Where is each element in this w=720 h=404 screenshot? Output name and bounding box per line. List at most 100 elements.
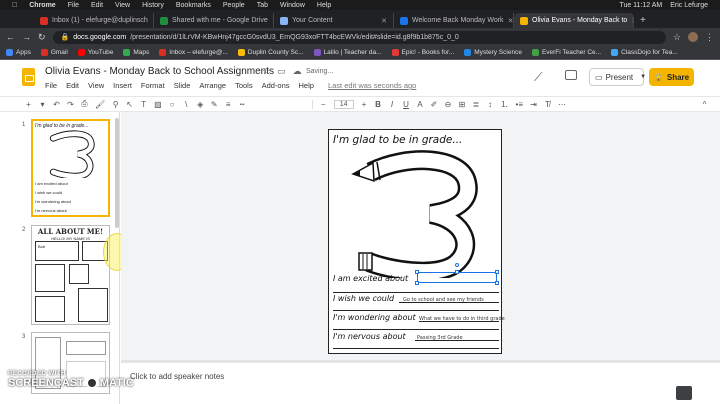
bookmark-duplin[interactable]: Duplin County Sc... [237, 49, 304, 56]
tab-your-content[interactable]: Your Content ✕ [274, 13, 394, 28]
chevron-down-icon[interactable]: ▾ [39, 100, 46, 109]
paint-format-icon[interactable]: 🖌 [95, 100, 105, 109]
clear-format-icon[interactable]: T̸ [544, 100, 551, 109]
text-box-icon[interactable]: T [140, 100, 147, 109]
menu-arrange[interactable]: Arrange [199, 81, 226, 90]
bookmark-epic[interactable]: Epic! - Books for... [391, 49, 454, 56]
more-icon[interactable]: ⋯ [558, 100, 566, 109]
numbered-list-icon[interactable]: ⒈ [501, 99, 509, 110]
slides-logo-icon[interactable] [22, 68, 35, 86]
profile-avatar[interactable] [688, 32, 698, 42]
tab-welcome-back[interactable]: Welcome Back Monday Work ✕ [394, 13, 514, 28]
menu-help[interactable]: Help [299, 81, 314, 90]
close-icon[interactable]: ✕ [381, 17, 387, 25]
current-slide[interactable]: I'm glad to be in grade... I am excited … [328, 129, 505, 354]
decrease-font-icon[interactable]: − [320, 100, 327, 109]
font-size-input[interactable]: 14 [333, 99, 354, 109]
menu-view[interactable]: View [115, 2, 130, 9]
speaker-notes-panel[interactable] [121, 363, 720, 404]
present-button[interactable]: ▭ Present ▼ [589, 68, 646, 86]
comment-icon[interactable] [565, 70, 577, 80]
chevron-up-icon[interactable]: ^ [701, 100, 708, 109]
resize-handle[interactable] [455, 270, 459, 274]
reload-icon[interactable]: ↻ [38, 32, 46, 43]
filmstrip-scrollbar[interactable] [115, 118, 119, 228]
align-icon[interactable]: ≣ [473, 100, 480, 109]
apple-icon[interactable]:  [12, 2, 17, 9]
bookmark-everfi[interactable]: EverFi Teacher Ce... [531, 49, 601, 56]
bold-icon[interactable]: B [375, 100, 382, 109]
menu-addons[interactable]: Add-ons [262, 81, 290, 90]
border-dash-icon[interactable]: ┅ [239, 100, 246, 109]
tab-gmail[interactable]: Inbox (1) - elefurge@duplinsch✕ [34, 13, 154, 28]
menu-edit[interactable]: Edit [91, 2, 103, 9]
menu-file[interactable]: File [45, 81, 57, 90]
menu-tab[interactable]: Tab [257, 2, 268, 9]
activity-trend-icon[interactable]: ⟋ [534, 70, 542, 85]
slide-thumbnail-1[interactable]: I'm glad to be in grade... I am excited … [31, 119, 110, 217]
new-slide-icon[interactable]: + [25, 100, 32, 109]
menu-people[interactable]: People [223, 2, 245, 9]
menu-help[interactable]: Help [317, 2, 331, 9]
explore-icon[interactable] [676, 386, 692, 400]
menu-view[interactable]: View [88, 81, 104, 90]
bookmark-apps[interactable]: Apps [6, 49, 31, 56]
fill-color-icon[interactable]: ◈ [197, 100, 204, 109]
highlight-icon[interactable]: ✐ [431, 100, 438, 109]
bookmark-maps[interactable]: Maps [123, 49, 149, 56]
menu-tools[interactable]: Tools [235, 81, 253, 90]
last-edit-link[interactable]: Last edit was seconds ago [328, 81, 416, 90]
tab-slides-active[interactable]: Olivia Evans - Monday Back to✕ [514, 13, 634, 28]
chevron-down-icon[interactable]: ▼ [640, 74, 646, 80]
link-icon[interactable]: ⊖ [445, 100, 452, 109]
menu-format[interactable]: Format [141, 81, 165, 90]
rotate-handle[interactable] [455, 263, 459, 267]
resize-handle[interactable] [495, 270, 499, 274]
border-weight-icon[interactable]: ≡ [225, 100, 232, 109]
menu-file[interactable]: File [68, 2, 79, 9]
increase-font-icon[interactable]: + [361, 100, 368, 109]
indent-icon[interactable]: ⇥ [530, 100, 537, 109]
menu-window[interactable]: Window [280, 2, 305, 9]
font-select[interactable] [253, 99, 313, 109]
comment-add-icon[interactable]: ⊞ [459, 100, 466, 109]
bookmark-youtube[interactable]: YouTube [77, 49, 113, 56]
doc-title[interactable]: Olivia Evans - Monday Back to School Ass… [45, 66, 274, 77]
selected-text-box[interactable] [415, 263, 499, 285]
undo-icon[interactable]: ↶ [53, 100, 60, 109]
menu-chrome[interactable]: Chrome [29, 2, 55, 9]
print-icon[interactable]: ⎙ [81, 99, 88, 109]
line-spacing-icon[interactable]: ↕ [487, 100, 494, 109]
menu-edit[interactable]: Edit [66, 81, 79, 90]
user-name[interactable]: Eric Lefurge [670, 2, 708, 9]
resize-handle[interactable] [415, 281, 419, 285]
bookmark-lalilo[interactable]: Lalilo | Teacher da... [313, 49, 382, 56]
address-bar[interactable]: 🔒 docs.google.com/presentation/d/1lLrVM-… [52, 30, 666, 44]
menu-history[interactable]: History [142, 2, 164, 9]
resize-handle[interactable] [495, 281, 499, 285]
speaker-notes-placeholder[interactable]: Click to add speaker notes [130, 372, 224, 381]
bookmark-gmail[interactable]: Gmail [40, 49, 68, 56]
italic-icon[interactable]: I [389, 100, 396, 109]
star-icon[interactable]: ☆ [673, 32, 681, 43]
line-icon[interactable]: \ [183, 100, 190, 109]
close-icon[interactable]: ✕ [508, 17, 513, 25]
new-tab-button[interactable]: + [634, 13, 650, 28]
underline-icon[interactable]: U [403, 100, 410, 109]
move-folder-icon[interactable]: ▭ [277, 66, 286, 77]
bulleted-list-icon[interactable]: •≡ [516, 100, 523, 109]
bookmark-mystery-science[interactable]: Mystery Science [464, 49, 522, 56]
clock[interactable]: Tue 11:12 AM [619, 2, 662, 9]
shape-icon[interactable]: ○ [169, 100, 176, 109]
text-color-icon[interactable]: A [417, 100, 424, 109]
back-icon[interactable]: ← [6, 32, 15, 42]
menu-bookmarks[interactable]: Bookmarks [176, 2, 211, 9]
star-icon[interactable]: ☆ [262, 66, 270, 77]
zoom-icon[interactable]: ⚲ [112, 100, 119, 109]
menu-slide[interactable]: Slide [174, 81, 191, 90]
select-icon[interactable]: ↖ [126, 100, 133, 109]
image-icon[interactable]: ▨ [154, 100, 162, 109]
more-icon[interactable]: ⋮ [705, 32, 714, 43]
slide-title[interactable]: I'm glad to be in grade... [333, 134, 462, 146]
forward-icon[interactable]: → [22, 32, 31, 42]
